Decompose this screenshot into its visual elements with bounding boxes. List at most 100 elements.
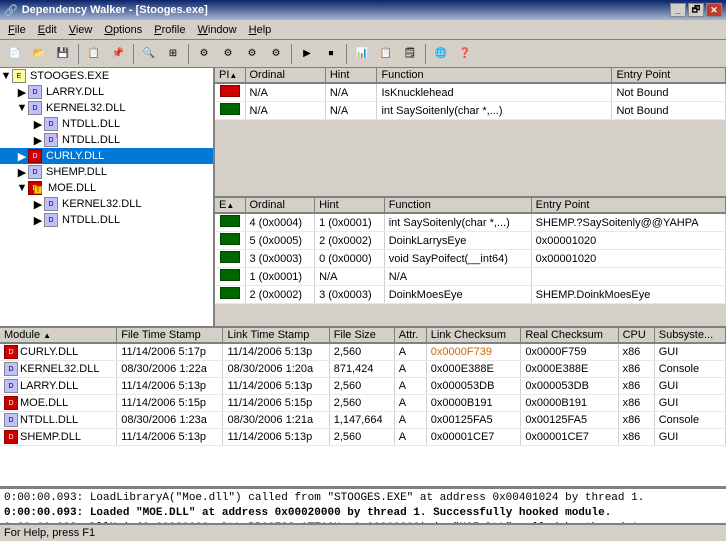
module-row[interactable]: D KERNEL32.DLL 08/30/2006 1:22a 08/30/20… [0,361,726,378]
toolbar-btn12[interactable]: 📋 [375,43,397,65]
col-link-ts[interactable]: Link Time Stamp [223,328,329,343]
import-row[interactable]: N/A N/A IsKnucklehead Not Bound [215,83,726,102]
sort-button[interactable]: ⊞ [162,43,184,65]
close-button[interactable]: ✕ [706,3,722,17]
tree-item-kernel32b[interactable]: ▶ D KERNEL32.DLL [0,196,213,212]
ordinal-cell: 3 (0x0003) [245,250,315,268]
col-subsystem[interactable]: Subsyste... [654,328,725,343]
export-row[interactable]: 1 (0x0001) N/A N/A [215,268,726,286]
tree-item-stooges[interactable]: ▼ E STOOGES.EXE [0,68,213,84]
ordinal-cell: 4 (0x0004) [245,213,315,232]
toolbar-btn10[interactable]: ⏹ [320,43,342,65]
copy-button[interactable]: 📋 [83,43,105,65]
module-row[interactable]: D MOE.DLL 11/14/2006 5:15p 11/14/2006 5:… [0,395,726,412]
export-table-container[interactable]: E▲ Ordinal Hint Function Entry Point 4 (… [215,198,726,326]
col-hint-bot[interactable]: Hint [315,198,385,213]
function-cell: DoinkMoesEye [384,286,531,304]
restore-button[interactable]: 🗗 [688,3,704,17]
real-cs-cell: 0x00125FA5 [521,412,618,429]
col-file-ts[interactable]: File Time Stamp [117,328,223,343]
tree-item-kernel32[interactable]: ▼ D KERNEL32.DLL [0,100,213,116]
import-row[interactable]: N/A N/A int SaySoitenly(char *,...) Not … [215,102,726,120]
ordinal-cell: N/A [245,102,325,120]
tree-panel[interactable]: ▼ E STOOGES.EXE ▶ D LARRY.DLL ▼ D KERNEL… [0,68,215,326]
menu-options[interactable]: Options [98,22,148,38]
menu-edit[interactable]: Edit [32,22,63,38]
toolbar-btn6[interactable]: ⚙ [217,43,239,65]
help-button[interactable]: ❓ [454,43,476,65]
col-entry-point-top[interactable]: Entry Point [612,68,726,83]
red-flag [220,85,240,97]
tree-label-ntdll1: NTDLL.DLL [62,118,120,130]
expand-icon[interactable]: ▶ [32,134,44,147]
save-button[interactable]: 💾 [52,43,74,65]
menu-help[interactable]: Help [243,22,278,38]
new-button[interactable]: 📄 [4,43,26,65]
col-ordinal-top[interactable]: Ordinal [245,68,325,83]
tree-item-ntdll3[interactable]: ▶ D NTDLL.DLL [0,212,213,228]
tree-item-ntdll1[interactable]: ▶ D NTDLL.DLL [0,116,213,132]
entry-point-cell: SHEMP.?SaySoitenly@@YAHPA [531,213,725,232]
dll-icon: D [44,197,58,211]
export-row[interactable]: 3 (0x0003) 0 (0x0000) void SayPoifect(__… [215,250,726,268]
tree-item-moe[interactable]: ▼ D ! MOE.DLL [0,180,213,196]
col-cpu[interactable]: CPU [618,328,654,343]
open-button[interactable]: 📂 [28,43,50,65]
module-row[interactable]: D NTDLL.DLL 08/30/2006 1:23a 08/30/2006 … [0,412,726,429]
module-row[interactable]: D LARRY.DLL 11/14/2006 5:13p 11/14/2006 … [0,378,726,395]
log-area[interactable]: 0:00:00.093: LoadLibraryA("Moe.dll") cal… [0,488,726,523]
col-ordinal-bot[interactable]: Ordinal [245,198,315,213]
col-pi[interactable]: PI▲ [215,68,245,83]
col-entry-point-bot[interactable]: Entry Point [531,198,725,213]
function-cell: void SayPoifect(__int64) [384,250,531,268]
export-row[interactable]: 4 (0x0004) 1 (0x0001) int SaySoitenly(ch… [215,213,726,232]
menu-file[interactable]: File [2,22,32,38]
expand-icon[interactable]: ▼ [16,102,28,114]
import-table-container[interactable]: PI▲ Ordinal Hint Function Entry Point [215,68,726,198]
minimize-button[interactable]: _ [670,3,686,17]
col-real-cs[interactable]: Real Checksum [521,328,618,343]
toolbar-btn11[interactable]: 📊 [351,43,373,65]
find-button[interactable]: 🔍 [138,43,160,65]
toolbar-btn8[interactable]: ⚙ [265,43,287,65]
export-row[interactable]: 5 (0x0005) 2 (0x0002) DoinkLarrysEye 0x0… [215,232,726,250]
expand-icon[interactable]: ▶ [32,118,44,131]
col-hint-top[interactable]: Hint [325,68,377,83]
e-cell [215,213,245,232]
tree-item-shemp[interactable]: ▶ D SHEMP.DLL [0,164,213,180]
tree-label-larry: LARRY.DLL [46,86,104,98]
toolbar-btn7[interactable]: ⚙ [241,43,263,65]
col-link-cs[interactable]: Link Checksum [426,328,521,343]
tree-item-curly[interactable]: ▶ D CURLY.DLL [0,148,213,164]
expand-icon[interactable]: ▶ [16,86,28,99]
col-attr[interactable]: Attr. [394,328,426,343]
expand-icon[interactable]: ▶ [16,166,28,179]
expand-icon[interactable]: ▶ [32,214,44,227]
expand-icon[interactable]: ▶ [16,150,28,163]
col-function-bot[interactable]: Function [384,198,531,213]
module-name-cell: D CURLY.DLL [0,343,117,361]
toolbar-btn13[interactable]: 🗒 [399,43,421,65]
paste-button[interactable]: 📌 [107,43,129,65]
menu-profile[interactable]: Profile [148,22,191,38]
tree-item-larry[interactable]: ▶ D LARRY.DLL [0,84,213,100]
toolbar-btn14[interactable]: 🌐 [430,43,452,65]
module-row[interactable]: D CURLY.DLL 11/14/2006 5:17p 11/14/2006 … [0,343,726,361]
col-module[interactable]: Module ▲ [0,328,117,343]
col-function-top[interactable]: Function [377,68,612,83]
link-ts-cell: 11/14/2006 5:15p [223,395,329,412]
toolbar-btn5[interactable]: ⚙ [193,43,215,65]
col-e[interactable]: E▲ [215,198,245,213]
expand-icon[interactable]: ▶ [32,198,44,211]
module-list[interactable]: Module ▲ File Time Stamp Link Time Stamp… [0,328,726,488]
tree-item-ntdll2[interactable]: ▶ D! NTDLL.DLL [0,132,213,148]
file-ts-cell: 11/14/2006 5:13p [117,378,223,395]
menu-window[interactable]: Window [191,22,242,38]
col-size[interactable]: File Size [329,328,394,343]
export-row[interactable]: 2 (0x0002) 3 (0x0003) DoinkMoesEye SHEMP… [215,286,726,304]
menu-view[interactable]: View [63,22,99,38]
toolbar-btn9[interactable]: ▶ [296,43,318,65]
expand-icon[interactable]: ▼ [16,182,28,194]
expand-icon[interactable]: ▼ [0,70,12,82]
module-row[interactable]: D SHEMP.DLL 11/14/2006 5:13p 11/14/2006 … [0,429,726,446]
